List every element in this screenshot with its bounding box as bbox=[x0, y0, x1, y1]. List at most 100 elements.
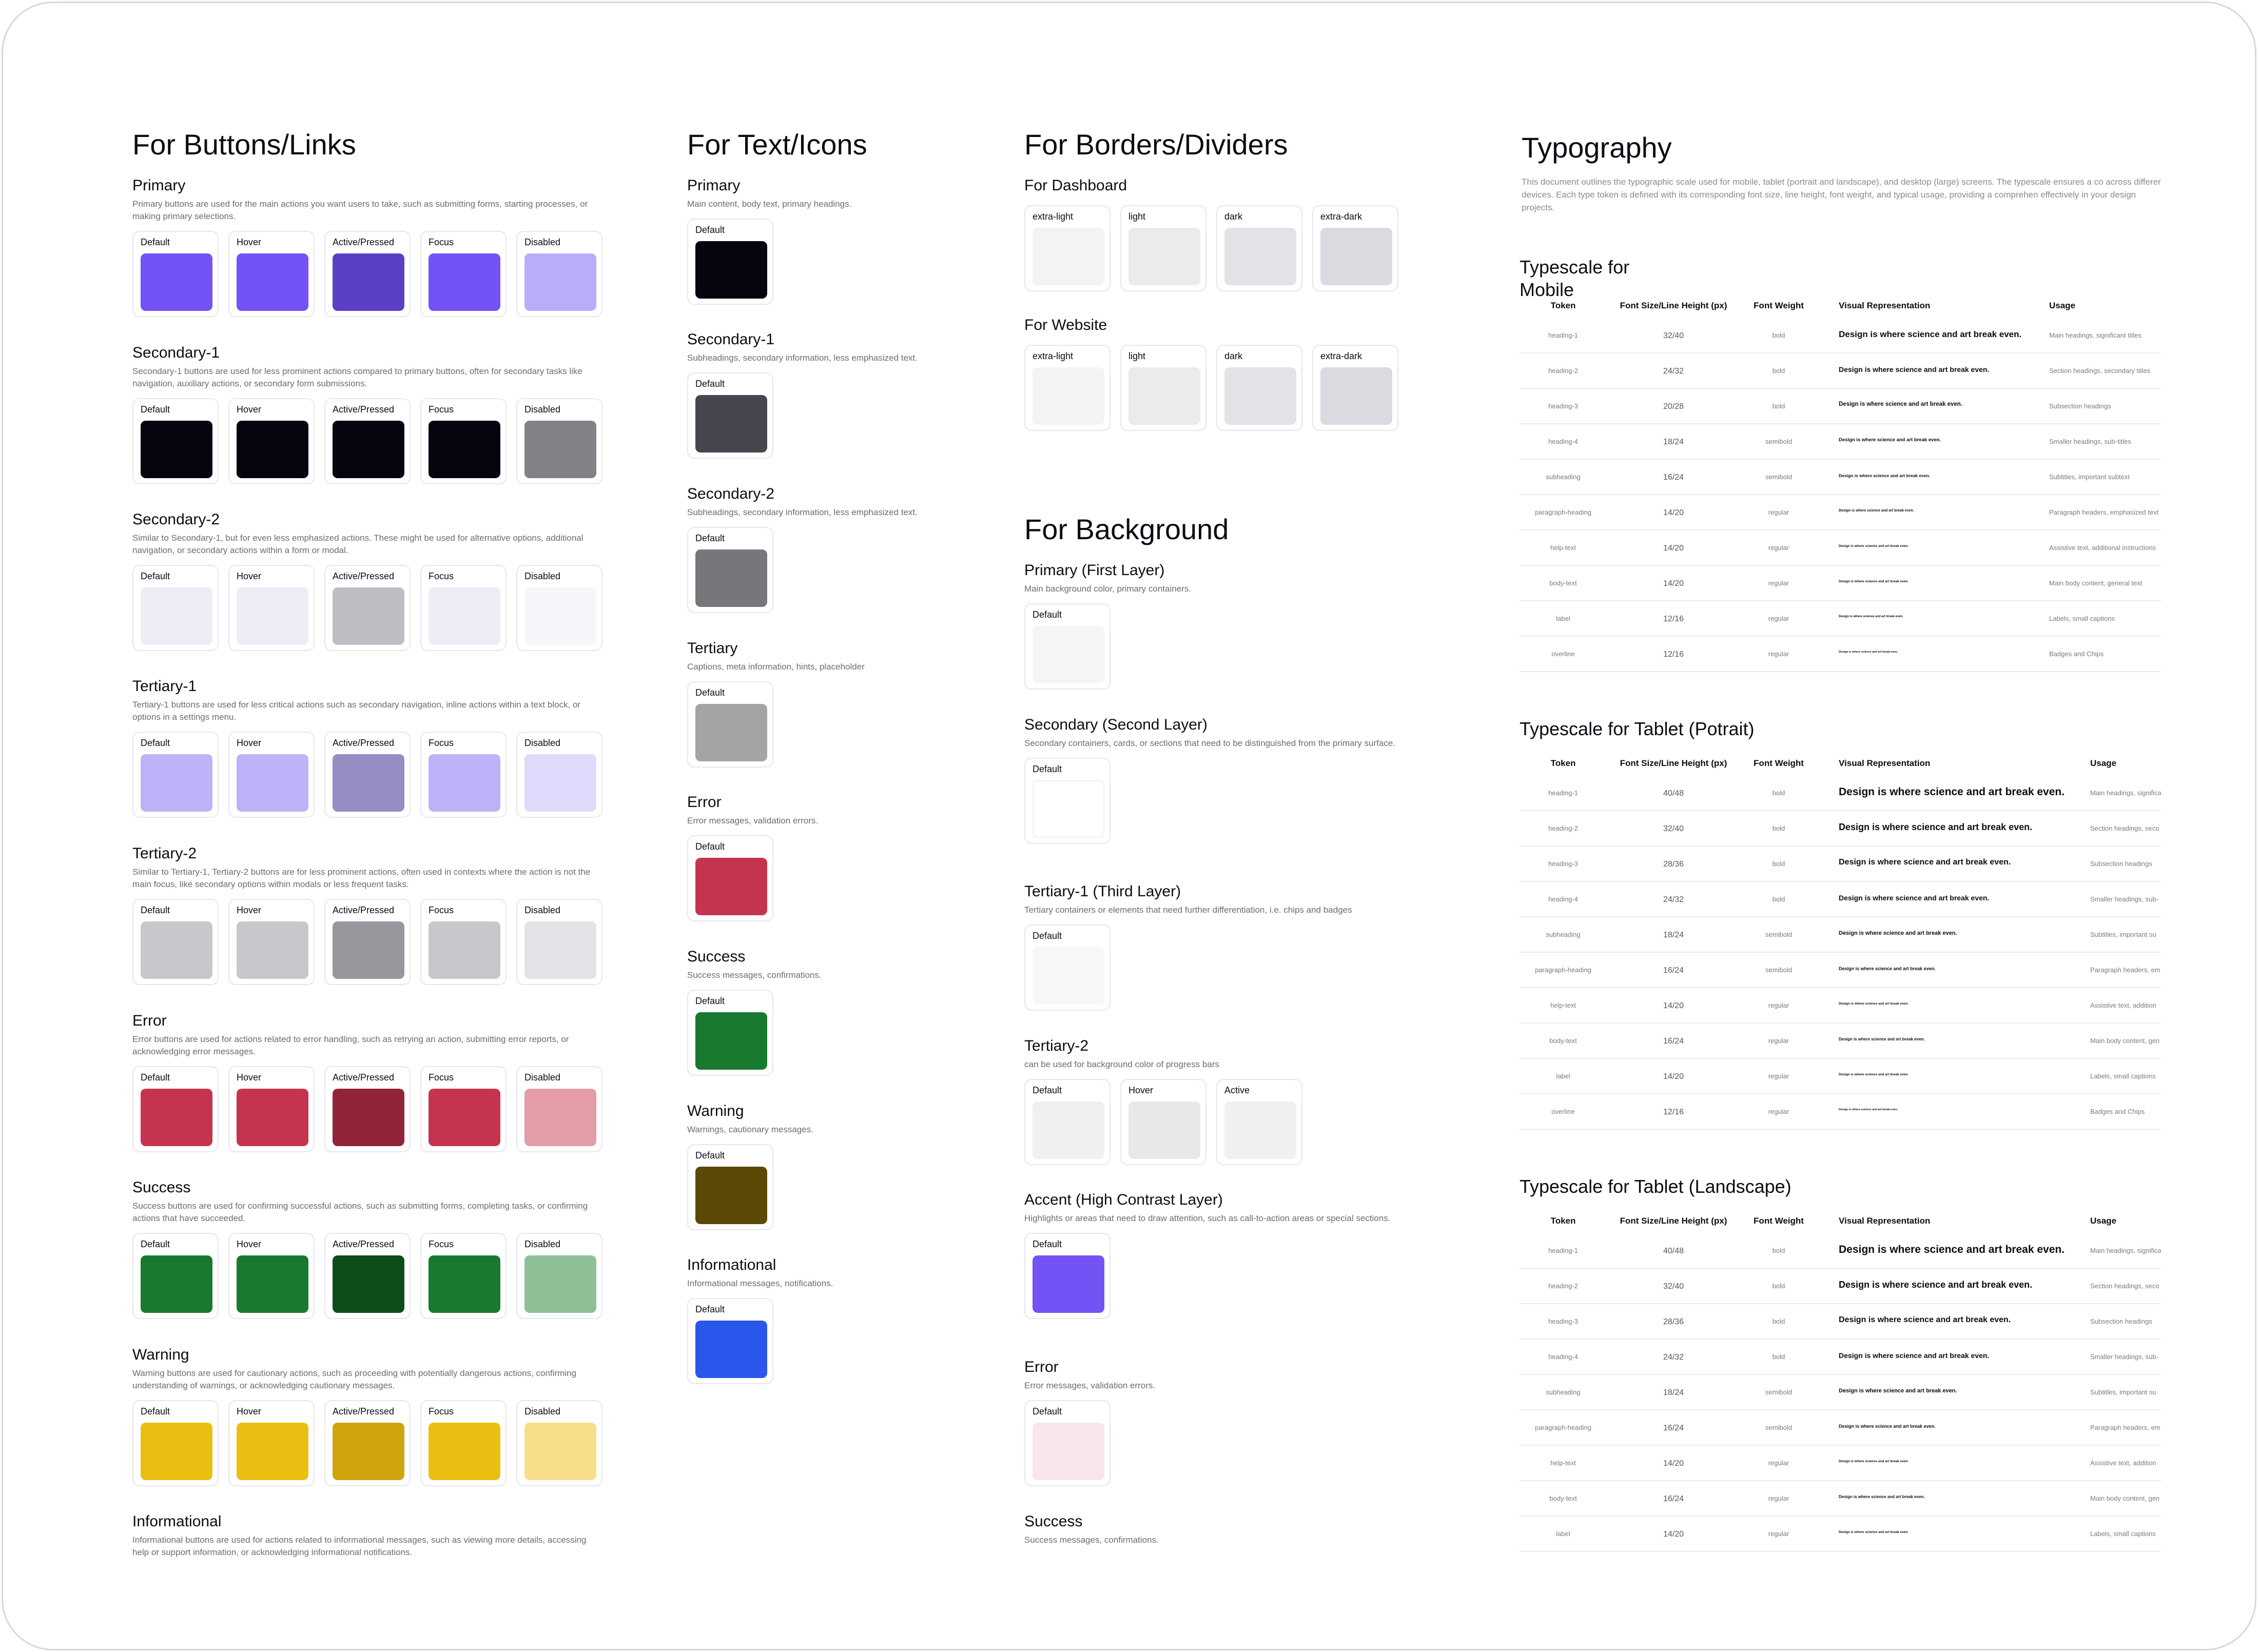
color-swatch[interactable] bbox=[1033, 367, 1104, 425]
color-swatch[interactable] bbox=[524, 1089, 596, 1146]
button-state-card[interactable]: Disabled bbox=[516, 899, 602, 985]
button-state-card[interactable]: Active/Pressed bbox=[324, 398, 411, 484]
button-state-card[interactable]: Default bbox=[132, 1066, 219, 1152]
button-state-card[interactable]: Hover bbox=[228, 899, 315, 985]
button-state-card[interactable]: Default bbox=[132, 231, 219, 317]
text-color-card[interactable]: Default bbox=[687, 681, 773, 768]
color-swatch[interactable] bbox=[429, 921, 500, 979]
button-state-card[interactable]: Focus bbox=[420, 231, 507, 317]
color-swatch[interactable] bbox=[141, 921, 212, 979]
color-swatch[interactable] bbox=[1128, 228, 1200, 285]
color-swatch[interactable] bbox=[429, 253, 500, 311]
color-swatch[interactable] bbox=[695, 549, 767, 607]
text-color-card[interactable]: Default bbox=[687, 835, 773, 921]
text-color-card[interactable]: Default bbox=[687, 1144, 773, 1230]
button-state-card[interactable]: Disabled bbox=[516, 1233, 602, 1319]
color-swatch[interactable] bbox=[141, 587, 212, 645]
button-state-card[interactable]: Hover bbox=[228, 732, 315, 818]
button-state-card[interactable]: Default bbox=[132, 1400, 219, 1486]
background-color-card[interactable]: Default bbox=[1024, 603, 1111, 690]
color-swatch[interactable] bbox=[333, 421, 404, 478]
button-state-card[interactable]: Focus bbox=[420, 899, 507, 985]
color-swatch[interactable] bbox=[1033, 1255, 1104, 1313]
button-state-card[interactable]: Active/Pressed bbox=[324, 1400, 411, 1486]
color-swatch[interactable] bbox=[1224, 1102, 1296, 1159]
button-state-card[interactable]: Disabled bbox=[516, 1066, 602, 1152]
button-state-card[interactable]: Hover bbox=[228, 398, 315, 484]
button-state-card[interactable]: Disabled bbox=[516, 565, 602, 651]
background-color-card[interactable]: Active bbox=[1216, 1079, 1302, 1165]
button-state-card[interactable]: Disabled bbox=[516, 732, 602, 818]
color-swatch[interactable] bbox=[1320, 228, 1392, 285]
color-swatch[interactable] bbox=[695, 858, 767, 915]
button-state-card[interactable]: Active/Pressed bbox=[324, 1066, 411, 1152]
button-state-card[interactable]: Default bbox=[132, 899, 219, 985]
button-state-card[interactable]: Disabled bbox=[516, 231, 602, 317]
button-state-card[interactable]: Focus bbox=[420, 1233, 507, 1319]
color-swatch[interactable] bbox=[333, 253, 404, 311]
button-state-card[interactable]: Default bbox=[132, 1233, 219, 1319]
color-swatch[interactable] bbox=[333, 754, 404, 812]
color-swatch[interactable] bbox=[524, 921, 596, 979]
color-swatch[interactable] bbox=[333, 1089, 404, 1146]
border-color-card[interactable]: extra-dark bbox=[1312, 205, 1398, 291]
color-swatch[interactable] bbox=[141, 1255, 212, 1313]
color-swatch[interactable] bbox=[429, 1423, 500, 1480]
text-color-card[interactable]: Default bbox=[687, 527, 773, 613]
color-swatch[interactable] bbox=[429, 421, 500, 478]
background-color-card[interactable]: Default bbox=[1024, 1233, 1111, 1319]
button-state-card[interactable]: Focus bbox=[420, 732, 507, 818]
background-color-card[interactable]: Default bbox=[1024, 758, 1111, 844]
color-swatch[interactable] bbox=[1033, 947, 1104, 1005]
color-swatch[interactable] bbox=[1224, 367, 1296, 425]
border-color-card[interactable]: extra-dark bbox=[1312, 345, 1398, 431]
color-swatch[interactable] bbox=[237, 754, 308, 812]
button-state-card[interactable]: Active/Pressed bbox=[324, 732, 411, 818]
color-swatch[interactable] bbox=[141, 1423, 212, 1480]
button-state-card[interactable]: Hover bbox=[228, 231, 315, 317]
color-swatch[interactable] bbox=[1033, 1102, 1104, 1159]
color-swatch[interactable] bbox=[1128, 367, 1200, 425]
color-swatch[interactable] bbox=[237, 921, 308, 979]
border-color-card[interactable]: extra-light bbox=[1024, 205, 1111, 291]
button-state-card[interactable]: Hover bbox=[228, 1233, 315, 1319]
background-color-card[interactable]: Default bbox=[1024, 925, 1111, 1011]
color-swatch[interactable] bbox=[695, 1167, 767, 1224]
button-state-card[interactable]: Focus bbox=[420, 1066, 507, 1152]
border-color-card[interactable]: dark bbox=[1216, 345, 1302, 431]
color-swatch[interactable] bbox=[1128, 1102, 1200, 1159]
color-swatch[interactable] bbox=[429, 1255, 500, 1313]
button-state-card[interactable]: Hover bbox=[228, 565, 315, 651]
color-swatch[interactable] bbox=[333, 587, 404, 645]
button-state-card[interactable]: Active/Pressed bbox=[324, 565, 411, 651]
border-color-card[interactable]: extra-light bbox=[1024, 345, 1111, 431]
button-state-card[interactable]: Hover bbox=[228, 1066, 315, 1152]
color-swatch[interactable] bbox=[429, 587, 500, 645]
color-swatch[interactable] bbox=[429, 754, 500, 812]
color-swatch[interactable] bbox=[141, 754, 212, 812]
color-swatch[interactable] bbox=[1033, 626, 1104, 683]
color-swatch[interactable] bbox=[141, 253, 212, 311]
text-color-card[interactable]: Default bbox=[687, 219, 773, 305]
color-swatch[interactable] bbox=[524, 1255, 596, 1313]
color-swatch[interactable] bbox=[333, 1423, 404, 1480]
color-swatch[interactable] bbox=[237, 1089, 308, 1146]
border-color-card[interactable]: light bbox=[1120, 345, 1206, 431]
button-state-card[interactable]: Hover bbox=[228, 1400, 315, 1486]
button-state-card[interactable]: Disabled bbox=[516, 1400, 602, 1486]
background-color-card[interactable]: Default bbox=[1024, 1079, 1111, 1165]
color-swatch[interactable] bbox=[1033, 1423, 1104, 1480]
color-swatch[interactable] bbox=[1033, 780, 1104, 838]
color-swatch[interactable] bbox=[695, 1321, 767, 1378]
button-state-card[interactable]: Active/Pressed bbox=[324, 231, 411, 317]
button-state-card[interactable]: Active/Pressed bbox=[324, 1233, 411, 1319]
color-swatch[interactable] bbox=[695, 704, 767, 761]
color-swatch[interactable] bbox=[333, 1255, 404, 1313]
text-color-card[interactable]: Default bbox=[687, 372, 773, 459]
color-swatch[interactable] bbox=[1320, 367, 1392, 425]
color-swatch[interactable] bbox=[237, 587, 308, 645]
color-swatch[interactable] bbox=[237, 421, 308, 478]
color-swatch[interactable] bbox=[524, 1423, 596, 1480]
color-swatch[interactable] bbox=[1033, 228, 1104, 285]
border-color-card[interactable]: light bbox=[1120, 205, 1206, 291]
